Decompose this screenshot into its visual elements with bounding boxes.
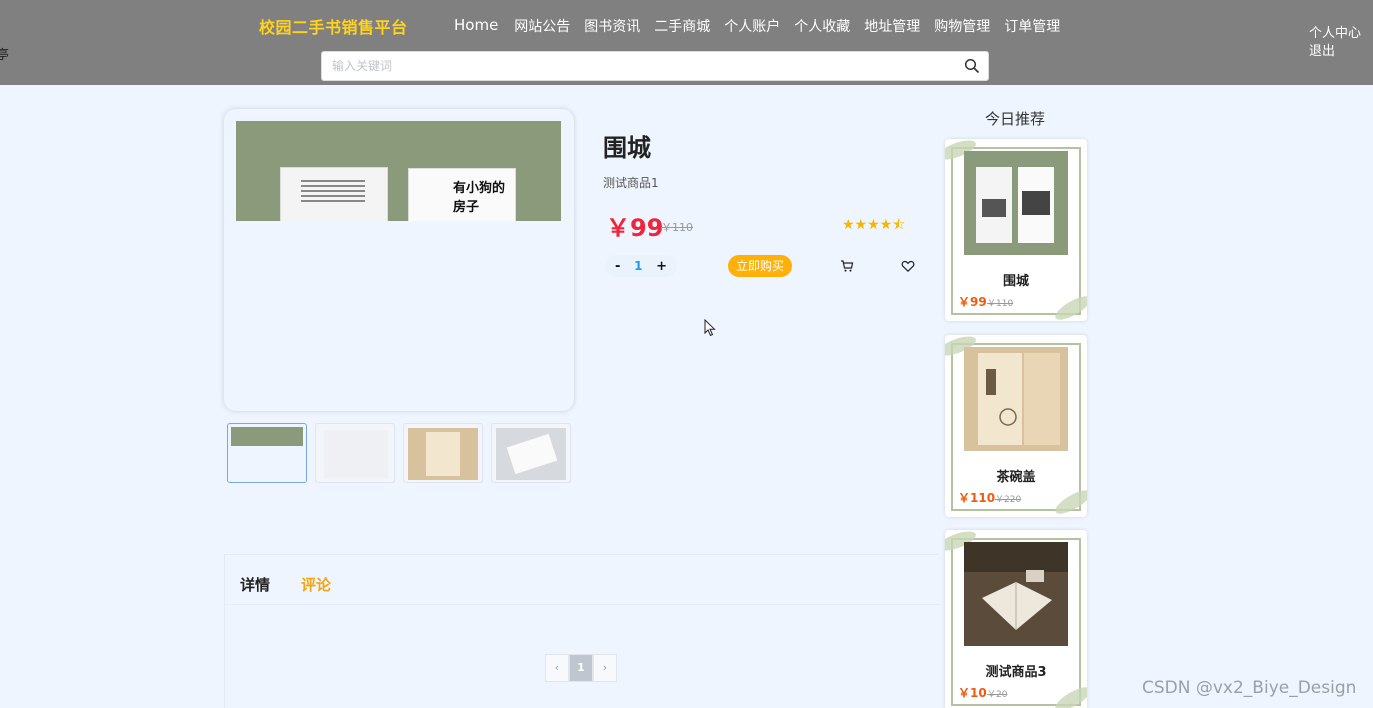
recommend-price: ￥99: [958, 295, 987, 309]
tab-detail[interactable]: 详情: [240, 574, 270, 595]
pagination-prev-button[interactable]: ‹: [545, 654, 569, 682]
main-image-card: 有小狗的房子: [224, 109, 574, 411]
thumbnail-3[interactable]: [403, 423, 483, 483]
nav-home[interactable]: Home: [454, 16, 498, 36]
book-page-right: 有小狗的房子: [408, 168, 516, 221]
recommend-name: 茶碗盖: [996, 470, 1036, 485]
book-cover-title: 有小狗的房子: [453, 181, 506, 215]
quantity-value[interactable]: 1: [634, 259, 642, 273]
thumbnail-1[interactable]: [227, 423, 307, 483]
product-price: ￥99: [606, 214, 664, 242]
buy-now-button[interactable]: 立即购买: [728, 255, 792, 277]
tab-comment[interactable]: 评论: [301, 574, 331, 595]
recommend-image: [964, 347, 1068, 451]
search-bar: [321, 51, 989, 81]
main-nav: Home 网站公告 图书资讯 二手商城 个人账户 个人收藏 地址管理 购物管理 …: [454, 16, 1074, 36]
recommend-name: 测试商品3: [985, 665, 1047, 680]
thumbnail-strip: [227, 423, 571, 483]
product-old-price: ￥110: [661, 221, 693, 234]
recommend-old-price: ￥220: [995, 495, 1022, 505]
top-header: 亭 校园二手书销售平台 Home 网站公告 图书资讯 二手商城 个人账户 个人收…: [0, 0, 1373, 85]
recommend-old-price: ￥110: [987, 299, 1014, 309]
user-links: 个人中心 退出: [1309, 25, 1361, 61]
edge-glyph: 亭: [0, 48, 10, 63]
search-input[interactable]: [322, 52, 942, 80]
pagination-next-button[interactable]: ›: [593, 654, 617, 682]
recommend-card[interactable]: 茶碗盖 ￥110 ￥220: [945, 335, 1087, 517]
cursor-icon: [704, 319, 716, 337]
quantity-increase-button[interactable]: +: [656, 259, 667, 274]
detail-tabs-panel: 详情 评论 ‹ 1 ›: [224, 554, 939, 708]
recommend-image: [964, 542, 1068, 646]
nav-orders[interactable]: 订单管理: [1004, 16, 1060, 36]
nav-secondhand-mall[interactable]: 二手商城: [654, 16, 710, 36]
recommend-title: 今日推荐: [985, 110, 1046, 128]
nav-favorites[interactable]: 个人收藏: [794, 16, 850, 36]
cart-icon[interactable]: [840, 259, 854, 273]
nav-address[interactable]: 地址管理: [864, 16, 920, 36]
pagination: ‹ 1 ›: [545, 654, 617, 682]
recommend-old-price: ￥20: [987, 690, 1008, 700]
recommend-price: ￥110: [958, 491, 996, 505]
quantity-decrease-button[interactable]: -: [615, 259, 620, 274]
main-product-image: 有小狗的房子: [236, 121, 561, 221]
thumbnail-2[interactable]: [315, 423, 395, 483]
nav-book-news[interactable]: 图书资讯: [584, 16, 640, 36]
product-subtitle: 测试商品1: [603, 176, 659, 190]
recommend-price: ￥10: [958, 686, 987, 700]
quantity-stepper: - 1 +: [605, 255, 677, 277]
recommend-card[interactable]: 围城 ￥99 ￥110: [945, 139, 1087, 321]
nav-shopping[interactable]: 购物管理: [934, 16, 990, 36]
recommend-image: [964, 151, 1068, 255]
nav-personal-account[interactable]: 个人账户: [724, 16, 780, 36]
tabs-divider: [225, 604, 939, 605]
book-page-left: [280, 167, 388, 221]
rating-stars: ★★★★⯪: [842, 217, 906, 233]
search-icon[interactable]: [964, 58, 980, 74]
product-title: 围城: [603, 134, 651, 162]
heart-icon[interactable]: [901, 259, 915, 273]
thumbnail-4[interactable]: [491, 423, 571, 483]
recommend-name: 围城: [1002, 274, 1029, 289]
site-brand[interactable]: 校园二手书销售平台: [259, 14, 408, 38]
user-center-link[interactable]: 个人中心: [1309, 25, 1361, 43]
nav-announcements[interactable]: 网站公告: [514, 16, 570, 36]
watermark: CSDN @vx2_Biye_Design: [1142, 678, 1357, 698]
recommend-card[interactable]: 测试商品3 ￥10 ￥20: [945, 530, 1087, 708]
logout-link[interactable]: 退出: [1309, 43, 1361, 61]
pagination-page-1[interactable]: 1: [569, 654, 593, 682]
